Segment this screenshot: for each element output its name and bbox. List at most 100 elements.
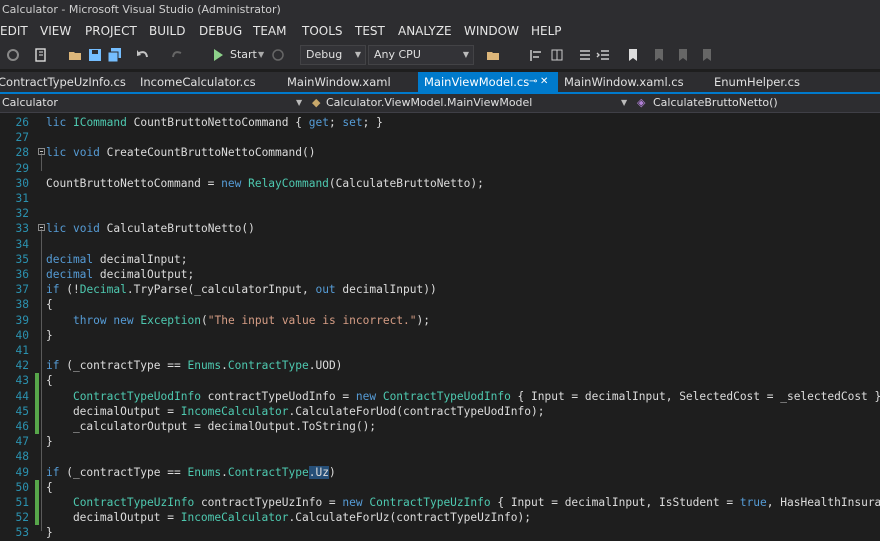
redo-icon[interactable] [170, 48, 184, 62]
code-line[interactable]: 53} [0, 525, 880, 540]
new-project-icon[interactable] [34, 48, 48, 62]
code-text: decimal decimalOutput; [46, 268, 195, 281]
platform-value: Any CPU [374, 48, 421, 61]
type-dropdown[interactable]: Calculator.ViewModel.MainViewModel [326, 94, 532, 112]
code-line[interactable]: 48 [0, 449, 880, 464]
code-line[interactable]: 39 throw new Exception("The input value … [0, 313, 880, 328]
code-line[interactable]: 34 [0, 237, 880, 252]
code-line[interactable]: 28 lic void CreateCountBruttoNettoCommand… [0, 145, 880, 160]
chevron-down-icon[interactable]: ▼ [296, 94, 302, 112]
line-number: 44 [15, 389, 29, 403]
line-number: 52 [15, 511, 29, 525]
menu-test[interactable]: TEST [355, 20, 385, 42]
code-line[interactable]: 33 lic void CalculateBruttoNetto() [0, 221, 880, 236]
clear-bookmarks-icon[interactable] [700, 48, 714, 62]
class-icon: ◆ [312, 96, 321, 109]
line-number: 28 [15, 146, 29, 160]
menu-tools[interactable]: TOOLS [302, 20, 343, 42]
menu-analyze[interactable]: ANALYZE [398, 20, 452, 42]
code-text: _calculatorOutput = decimalOutput.ToStri… [46, 420, 377, 433]
platform-select[interactable]: Any CPU ▼ [368, 45, 474, 65]
line-number: 47 [15, 435, 29, 449]
member-dropdown[interactable]: CalculateBruttoNetto() [653, 94, 778, 112]
start-button[interactable]: Start [230, 47, 257, 63]
code-text: { [46, 298, 53, 312]
code-line[interactable]: 26 lic ICommand CountBruttoNettoCommand {… [0, 115, 880, 130]
code-line[interactable]: 41 [0, 343, 880, 358]
list-icon[interactable] [578, 48, 592, 62]
align-icon[interactable] [530, 48, 544, 62]
code-line[interactable]: 31 [0, 191, 880, 206]
configuration-value: Debug [306, 48, 343, 61]
configuration-select[interactable]: Debug ▼ [300, 45, 366, 65]
open-folder-icon[interactable] [68, 48, 82, 62]
code-line[interactable]: 44 ContractTypeUodInfo contractTypeUodIn… [0, 388, 880, 404]
code-line[interactable]: 43 { [0, 373, 880, 389]
code-line[interactable]: 49 if (_contractType == Enums.ContractTyp… [0, 465, 880, 480]
code-text: decimalOutput = IncomeCalculator.Calcula… [46, 404, 545, 418]
menu-help[interactable]: HELP [531, 20, 562, 42]
menu-edit[interactable]: EDIT [0, 20, 28, 42]
settings-icon[interactable] [6, 48, 20, 62]
code-text: lic void CalculateBruttoNetto() [46, 222, 255, 236]
save-icon[interactable] [88, 48, 102, 62]
code-line[interactable]: 35 decimal decimalInput; [0, 252, 880, 267]
line-number: 34 [15, 237, 29, 251]
undo-icon[interactable] [136, 48, 150, 62]
code-line[interactable]: 50 { [0, 479, 880, 495]
code-line[interactable]: 47} [0, 434, 880, 449]
tab-contracttypeuzinfo[interactable]: ContractTypeUzInfo.cs [0, 72, 126, 92]
project-dropdown[interactable]: Calculator [2, 94, 58, 112]
tab-enumhelper[interactable]: EnumHelper.cs [714, 72, 800, 92]
code-text: decimalOutput = IncomeCalculator.Calcula… [46, 511, 531, 525]
close-icon[interactable]: ✕ [540, 72, 548, 92]
indent-icon[interactable] [596, 48, 610, 62]
start-dropdown-icon[interactable]: ▼ [258, 47, 264, 63]
code-line[interactable]: 40} [0, 328, 880, 343]
line-number: 31 [15, 192, 29, 205]
code-line[interactable]: 32 [0, 206, 880, 221]
next-bookmark-icon[interactable] [676, 48, 690, 62]
collapse-toggle-icon[interactable] [38, 148, 45, 156]
restart-icon[interactable] [271, 48, 285, 62]
line-number: 29 [15, 161, 29, 175]
line-number: 32 [15, 207, 29, 221]
layout-icon[interactable] [550, 48, 564, 62]
bookmark-icon[interactable] [626, 48, 640, 62]
chevron-down-icon[interactable]: ▼ [621, 94, 627, 112]
line-number: 45 [15, 404, 29, 418]
code-editor[interactable]: 26 lic ICommand CountBruttoNettoCommand {… [0, 113, 880, 540]
code-line[interactable]: 42 if (_contractType == Enums.ContractTyp… [0, 358, 880, 373]
tab-incomecalculator[interactable]: IncomeCalculator.cs [140, 72, 256, 92]
code-line[interactable]: 36 decimal decimalOutput; [0, 267, 880, 282]
tab-mainwindow-xaml-cs[interactable]: MainWindow.xaml.cs [564, 72, 684, 92]
tab-mainviewmodel[interactable]: MainViewModel.cs ⊸ ✕ [418, 72, 558, 92]
code-text: } [46, 435, 53, 449]
menu-window[interactable]: WINDOW [464, 20, 519, 42]
code-line[interactable]: 52 decimalOutput = IncomeCalculator.Calc… [0, 510, 880, 526]
pin-icon[interactable]: ⊸ [529, 72, 537, 92]
code-line[interactable]: 29 [0, 161, 880, 176]
menu-build[interactable]: BUILD [149, 20, 185, 42]
code-line[interactable]: 37 if (!Decimal.TryParse(_calculatorInput… [0, 282, 880, 297]
find-in-files-icon[interactable] [486, 48, 500, 62]
code-line[interactable]: 38 { [0, 297, 880, 312]
menu-team[interactable]: TEAM [253, 20, 286, 42]
change-marker [35, 479, 39, 495]
prev-bookmark-icon[interactable] [652, 48, 666, 62]
code-line[interactable]: 27 [0, 130, 880, 145]
collapse-toggle-icon[interactable] [38, 224, 45, 232]
code-line[interactable]: 45 decimalOutput = IncomeCalculator.Calc… [0, 403, 880, 419]
tab-label: MainViewModel.cs [424, 75, 530, 89]
menu-bar: EDIT VIEW PROJECT BUILD DEBUG TEAM TOOLS… [0, 20, 880, 42]
menu-project[interactable]: PROJECT [85, 20, 137, 42]
tab-mainwindow-xaml[interactable]: MainWindow.xaml [287, 72, 391, 92]
code-line[interactable]: 30 CountBruttoNettoCommand = new RelayCom… [0, 176, 880, 191]
code-text: if (_contractType == Enums.ContractType.… [46, 359, 343, 373]
menu-debug[interactable]: DEBUG [199, 20, 242, 42]
code-line[interactable]: 51 ContractTypeUzInfo contractTypeUzInfo… [0, 495, 880, 511]
code-line[interactable]: 46 _calculatorOutput = decimalOutput.ToS… [0, 419, 880, 435]
start-play-icon[interactable] [211, 48, 225, 62]
menu-view[interactable]: VIEW [40, 20, 71, 42]
save-all-icon[interactable] [108, 48, 122, 62]
